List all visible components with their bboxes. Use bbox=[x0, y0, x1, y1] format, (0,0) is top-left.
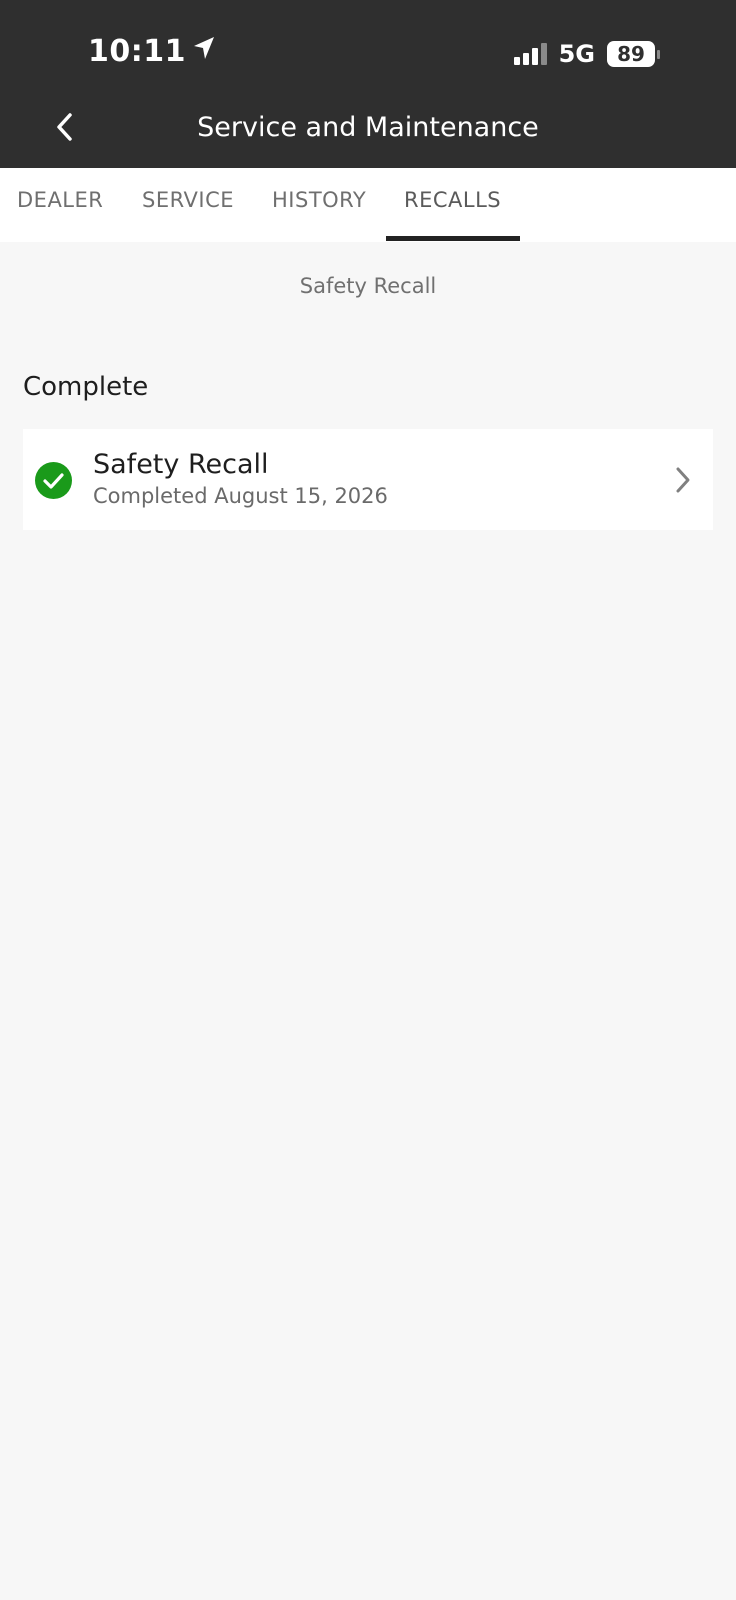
chevron-right-icon bbox=[676, 467, 690, 493]
page-title: Service and Maintenance bbox=[197, 112, 539, 143]
time-label: 10:11 bbox=[88, 34, 186, 69]
tab-recalls[interactable]: RECALLS bbox=[404, 188, 501, 212]
network-type-label: 5G bbox=[558, 40, 595, 68]
tab-service[interactable]: SERVICE bbox=[142, 188, 234, 212]
battery-level: 89 bbox=[607, 41, 655, 67]
status-bar-indicators: 5G 89 bbox=[513, 40, 660, 68]
tab-dealer[interactable]: DEALER bbox=[17, 188, 103, 212]
check-circle-icon bbox=[35, 462, 72, 499]
recall-title: Safety Recall bbox=[93, 449, 269, 480]
recall-status: Completed August 15, 2026 bbox=[93, 484, 388, 508]
tab-history[interactable]: HISTORY bbox=[272, 188, 366, 212]
battery-icon: 89 bbox=[607, 41, 660, 67]
location-arrow-icon bbox=[192, 34, 216, 69]
screen: 10:11 5G 89 Service and Maintenance DEAL… bbox=[0, 0, 736, 1600]
cellular-signal-icon bbox=[513, 43, 547, 65]
active-tab-indicator bbox=[386, 236, 520, 241]
status-bar-time: 10:11 bbox=[88, 34, 216, 69]
section-heading-complete: Complete bbox=[23, 372, 149, 402]
recall-list-item[interactable]: Safety Recall Completed August 15, 2026 bbox=[23, 429, 713, 530]
tab-bar: DEALER SERVICE HISTORY RECALLS bbox=[0, 168, 736, 242]
section-subtitle: Safety Recall bbox=[299, 274, 437, 298]
app-header: 10:11 5G 89 Service and Maintenance bbox=[0, 0, 736, 168]
